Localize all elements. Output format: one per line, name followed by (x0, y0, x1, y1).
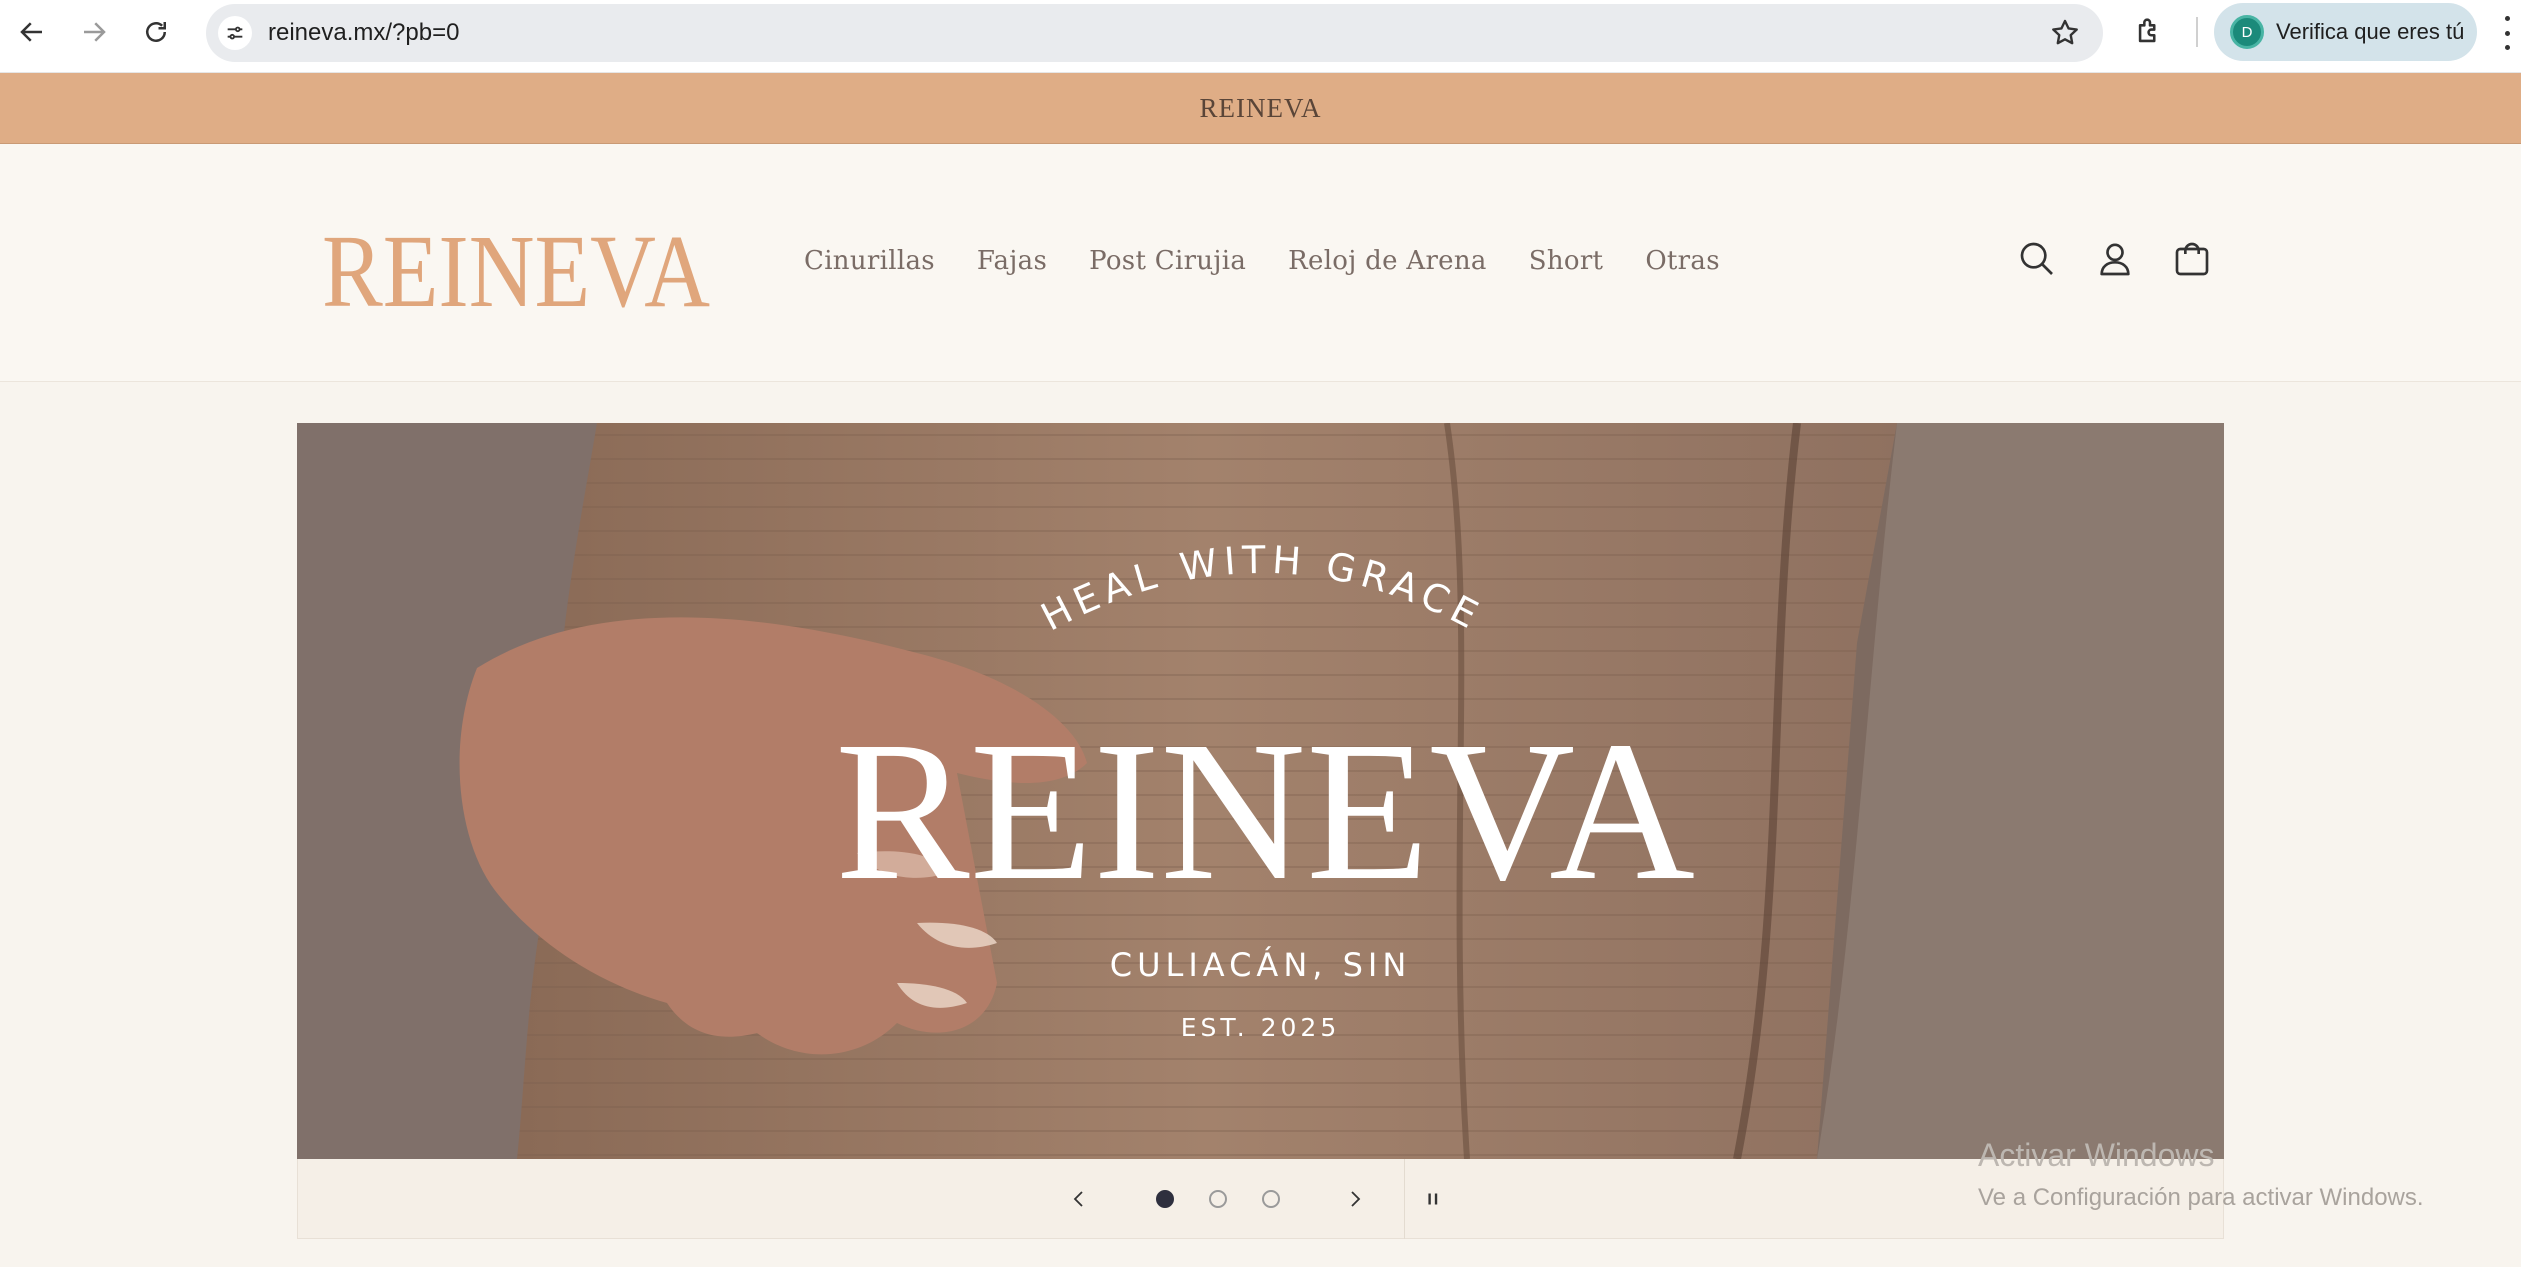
hero-slideshow: HEAL WITH GRACE REINEVA CULIACÁN, SIN ES… (297, 423, 2224, 1159)
site-settings-icon[interactable] (218, 16, 252, 50)
nav-link-reloj-de-arena[interactable]: Reloj de Arena (1288, 246, 1487, 276)
profile-label: Verifica que eres tú (2276, 19, 2465, 44)
pause-icon[interactable] (1413, 1179, 1453, 1219)
nav-link-cinurillas[interactable]: Cinurillas (804, 246, 935, 276)
account-icon[interactable] (2095, 239, 2135, 279)
controls-divider (1404, 1159, 1405, 1239)
slide-dot-1[interactable] (1156, 1190, 1174, 1208)
address-bar[interactable]: reineva.mx/?pb=0 (206, 4, 2103, 62)
cart-icon[interactable] (2172, 239, 2212, 279)
windows-activation-title: Activar Windows (1978, 1137, 2215, 1173)
site-logo[interactable]: REINEVA (322, 214, 710, 314)
nav-link-short[interactable]: Short (1529, 246, 1604, 276)
nav-link-otras[interactable]: Otras (1645, 246, 1720, 276)
toolbar-divider (2196, 17, 2198, 47)
hero-image: HEAL WITH GRACE REINEVA (297, 423, 2224, 1159)
announcement-text: REINEVA (1199, 92, 1322, 123)
avatar: D (2230, 15, 2264, 49)
slide-established: EST. 2025 (1180, 1013, 1341, 1042)
reload-icon[interactable] (138, 14, 174, 50)
announcement-bar: REINEVA (0, 73, 2521, 144)
slide-location: CULIACÁN, SIN (1109, 946, 1412, 984)
slide-brand-text: REINEVA (835, 701, 1695, 922)
main-navigation: Cinurillas Fajas Post Cirujia Reloj de A… (804, 246, 1762, 276)
browser-toolbar: reineva.mx/?pb=0 D Verifica que eres tú (0, 0, 2521, 73)
extensions-icon[interactable] (2133, 14, 2167, 48)
url-text[interactable]: reineva.mx/?pb=0 (268, 19, 459, 47)
back-arrow-icon[interactable] (14, 14, 50, 50)
next-slide-icon[interactable] (1335, 1179, 1375, 1219)
windows-activation-subtitle: Ve a Configuración para activar Windows. (1978, 1184, 2424, 1211)
slideshow-controls (297, 1159, 2224, 1239)
search-icon[interactable] (2017, 239, 2057, 279)
slide-dot-2[interactable] (1209, 1190, 1227, 1208)
previous-slide-icon[interactable] (1059, 1179, 1099, 1219)
slide-dot-3[interactable] (1262, 1190, 1280, 1208)
forward-arrow-icon[interactable] (76, 14, 112, 50)
profile-button[interactable]: D Verifica que eres tú (2214, 3, 2477, 61)
logo-text: REINEVA (322, 214, 710, 314)
menu-dots-icon[interactable] (2502, 16, 2512, 50)
bookmark-star-icon[interactable] (2049, 17, 2081, 49)
nav-link-fajas[interactable]: Fajas (977, 246, 1047, 276)
nav-link-post-cirujia[interactable]: Post Cirujia (1089, 246, 1246, 276)
site-header: REINEVA Cinurillas Fajas Post Cirujia Re… (0, 144, 2521, 382)
